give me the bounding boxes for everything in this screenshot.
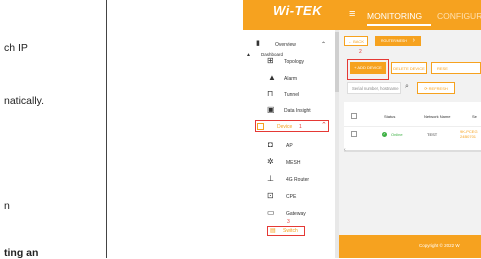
doc-line-2: natically. bbox=[4, 95, 45, 107]
online-check-icon: ✓ bbox=[382, 132, 387, 137]
nav-monitoring[interactable]: MONITORING bbox=[367, 11, 422, 21]
tab-router-mesh-label: ROUTER/MESH bbox=[381, 39, 407, 43]
document-panel: ch IP natically. n ting an bbox=[0, 0, 106, 259]
sidebar-item-4g-router[interactable]: 4G Router bbox=[286, 177, 309, 183]
sidebar-item-ap[interactable]: AP bbox=[286, 143, 293, 149]
sidebar-item-gateway[interactable]: Gateway bbox=[286, 211, 306, 217]
row-status: Online bbox=[391, 132, 403, 137]
step-3-marker: 3 bbox=[287, 219, 290, 225]
router-icon: ⊥ bbox=[267, 174, 274, 183]
refresh-label: REFRESH bbox=[428, 86, 448, 91]
chevron-right-icon: › bbox=[412, 37, 415, 44]
row-network-name: TEST bbox=[427, 132, 438, 137]
nav-configuration[interactable]: CONFIGURATIO bbox=[437, 11, 481, 21]
brand-logo[interactable]: Wi-TEK bbox=[273, 3, 322, 18]
column-header-status[interactable]: Status bbox=[384, 114, 395, 119]
search-input[interactable]: Serial number, hostname bbox=[347, 82, 401, 94]
cpe-icon: ⊡ bbox=[267, 191, 274, 200]
sidebar-item-alarm[interactable]: Alarm bbox=[284, 76, 297, 82]
chevron-up-icon[interactable]: ⌃ bbox=[321, 41, 326, 48]
gateway-icon: ▭ bbox=[267, 208, 275, 217]
sidebar-item-topology[interactable]: Topology bbox=[284, 59, 304, 65]
device-icon bbox=[257, 123, 264, 130]
chevron-up-icon-device[interactable]: ⌃ bbox=[321, 121, 327, 129]
tunnel-icon: ⊓ bbox=[267, 89, 274, 98]
switch-icon: ▤ bbox=[270, 228, 276, 234]
sidebar-item-cpe[interactable]: CPE bbox=[286, 194, 296, 200]
step-2-marker: 2 bbox=[359, 49, 362, 55]
sidebar-item-data-insight[interactable]: Data Insight bbox=[284, 108, 311, 114]
device-table: Status Network Name Se ✓ Online TEST 9K-… bbox=[344, 102, 481, 152]
dashboard-icon: ▲ bbox=[246, 52, 251, 58]
delete-device-button[interactable]: DELETE DEVICE bbox=[391, 62, 427, 74]
overview-icon: ▮ bbox=[256, 40, 260, 47]
step-1-marker: 1 bbox=[299, 124, 302, 130]
row-serial-line-2: 24B0701 bbox=[460, 134, 477, 139]
sidebar-item-tunnel[interactable]: Tunnel bbox=[284, 92, 299, 98]
data-insight-icon: ▣ bbox=[267, 105, 275, 114]
search-icon[interactable]: ⌕ bbox=[405, 83, 409, 91]
top-bar: Wi-TEK ≡ MONITORING CONFIGURATIO bbox=[243, 0, 481, 30]
blank-gap bbox=[107, 0, 237, 258]
app-window: Wi-TEK ≡ MONITORING CONFIGURATIO ▲ Dashb… bbox=[243, 0, 481, 258]
sidebar: ▲ Dashboard ▮ Overview ⌃ ⊞ Topology ▲ Al… bbox=[243, 30, 339, 258]
row-serial-link[interactable]: 9K-PCEG 24B0701 bbox=[460, 129, 478, 139]
sidebar-item-switch-label: Switch bbox=[283, 228, 298, 234]
footer: Copyright © 2022 W bbox=[339, 235, 481, 258]
reset-button[interactable]: RESE bbox=[431, 62, 481, 74]
scroll-left-icon[interactable]: ‹ bbox=[344, 147, 346, 153]
ap-icon: ◘ bbox=[268, 140, 273, 149]
menu-icon[interactable]: ≡ bbox=[349, 8, 355, 20]
doc-line-3: n bbox=[4, 200, 10, 212]
column-header-network-name[interactable]: Network Name bbox=[424, 114, 450, 119]
copyright-text: Copyright © 2022 W bbox=[419, 243, 460, 248]
topology-icon: ⊞ bbox=[267, 56, 274, 65]
add-device-button[interactable]: + ADD DEVICE bbox=[350, 62, 386, 74]
sidebar-item-mesh[interactable]: MESH bbox=[286, 160, 300, 166]
refresh-button[interactable]: ⟳ REFRESH bbox=[417, 82, 455, 94]
tab-router-mesh[interactable]: ROUTER/MESH › bbox=[375, 36, 421, 46]
table-horizontal-scrollbar[interactable] bbox=[344, 150, 481, 152]
doc-line-1: ch IP bbox=[4, 42, 28, 54]
column-header-serial[interactable]: Se bbox=[472, 114, 477, 119]
select-all-checkbox[interactable] bbox=[351, 113, 357, 119]
sidebar-item-overview[interactable]: Overview bbox=[275, 42, 296, 48]
mesh-icon: ✲ bbox=[267, 157, 274, 166]
back-button[interactable]: ← BACK bbox=[344, 36, 368, 46]
header-divider bbox=[344, 126, 481, 127]
row-checkbox[interactable] bbox=[351, 131, 357, 137]
sidebar-item-device-label: Device bbox=[277, 124, 293, 130]
nav-active-indicator bbox=[367, 24, 431, 26]
doc-line-4: ting an bbox=[4, 247, 39, 259]
alarm-icon: ▲ bbox=[268, 73, 276, 82]
main-content: ← BACK ROUTER/MESH › 2 + ADD DEVICE DELE… bbox=[339, 30, 481, 235]
